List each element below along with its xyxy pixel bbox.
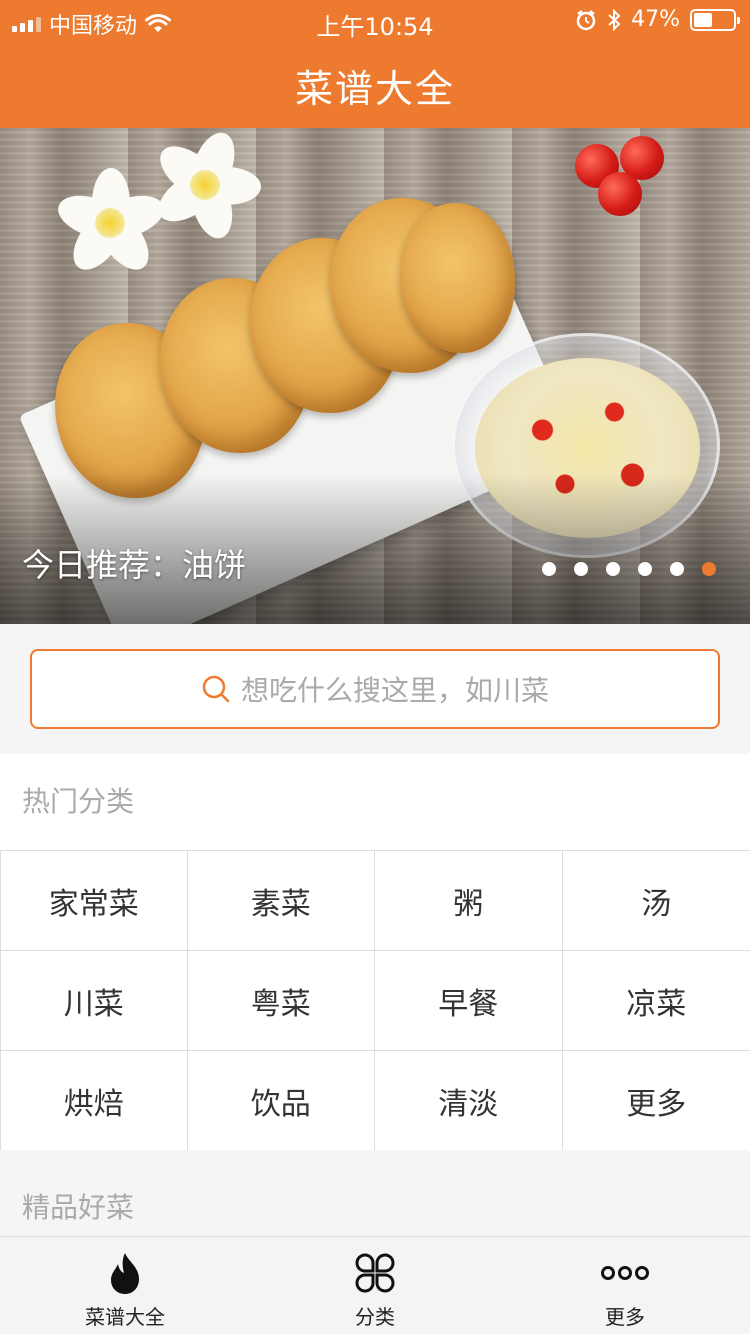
tomato-decoration	[598, 172, 642, 216]
category-item[interactable]: 粤菜	[187, 951, 375, 1051]
category-item[interactable]: 粥	[375, 851, 563, 951]
more-dots-icon	[601, 1266, 649, 1280]
battery-icon	[690, 8, 740, 31]
search-input[interactable]: 想吃什么搜这里，如川菜	[30, 649, 720, 729]
category-item[interactable]: 清淡	[375, 1051, 563, 1151]
search-placeholder: 想吃什么搜这里，如川菜	[240, 674, 549, 707]
tab-bar: 菜谱大全 分类 更多	[0, 1236, 750, 1334]
category-item[interactable]: 饮品	[188, 1051, 375, 1151]
search-section: 想吃什么搜这里，如川菜	[0, 624, 750, 754]
tab-more[interactable]: 更多	[500, 1237, 750, 1334]
carousel-dot[interactable]	[670, 562, 684, 576]
carousel-dot[interactable]	[606, 562, 620, 576]
flower-decoration	[52, 168, 170, 279]
category-grid: 家常菜 素菜 粥 汤 川菜 粤菜 早餐 凉菜 烘焙 饮品 清淡 更多	[0, 850, 750, 1151]
category-item[interactable]: 素菜	[187, 851, 375, 951]
category-item-more[interactable]: 更多	[563, 1051, 750, 1151]
category-item[interactable]: 川菜	[0, 951, 188, 1051]
alarm-icon	[576, 9, 596, 30]
carousel-dot[interactable]	[638, 562, 652, 576]
page-title: 菜谱大全	[294, 67, 455, 111]
category-item[interactable]: 汤	[562, 851, 750, 951]
tab-recipes[interactable]: 菜谱大全	[0, 1237, 250, 1334]
category-item[interactable]: 烘焙	[0, 1051, 188, 1151]
category-item[interactable]: 凉菜	[562, 951, 750, 1051]
section-title-hot: 热门分类	[22, 785, 135, 818]
tab-categories[interactable]: 分类	[250, 1237, 500, 1334]
carousel-dot[interactable]	[574, 562, 588, 576]
flower-decoration	[149, 128, 262, 244]
carousel-indicator	[542, 562, 716, 576]
featured-section: 精品好菜	[0, 1150, 750, 1240]
tab-label: 分类	[355, 1305, 395, 1329]
grid-clover-icon	[355, 1253, 395, 1293]
flame-icon	[111, 1253, 139, 1294]
category-item[interactable]: 家常菜	[0, 851, 188, 951]
top-bar: 中国移动 上午10:54 47% 菜谱大全	[0, 0, 750, 128]
hot-categories-section: 热门分类 家常菜 素菜 粥 汤 川菜 粤菜 早餐 凉菜 烘焙 饮品 清淡 更多	[0, 754, 750, 1151]
carousel-dot[interactable]	[542, 562, 556, 576]
tab-label: 菜谱大全	[85, 1305, 165, 1329]
search-icon	[202, 675, 230, 703]
banner-caption: 今日推荐：油饼	[22, 546, 247, 584]
bluetooth-icon	[608, 8, 621, 31]
battery-percent: 47%	[631, 7, 680, 32]
carousel-dot-active[interactable]	[702, 562, 716, 576]
tab-label: 更多	[605, 1305, 645, 1329]
category-item[interactable]: 早餐	[375, 951, 563, 1051]
recommendation-banner[interactable]: 今日推荐：油饼	[0, 128, 750, 624]
status-bar: 中国移动 上午10:54 47%	[0, 0, 750, 41]
